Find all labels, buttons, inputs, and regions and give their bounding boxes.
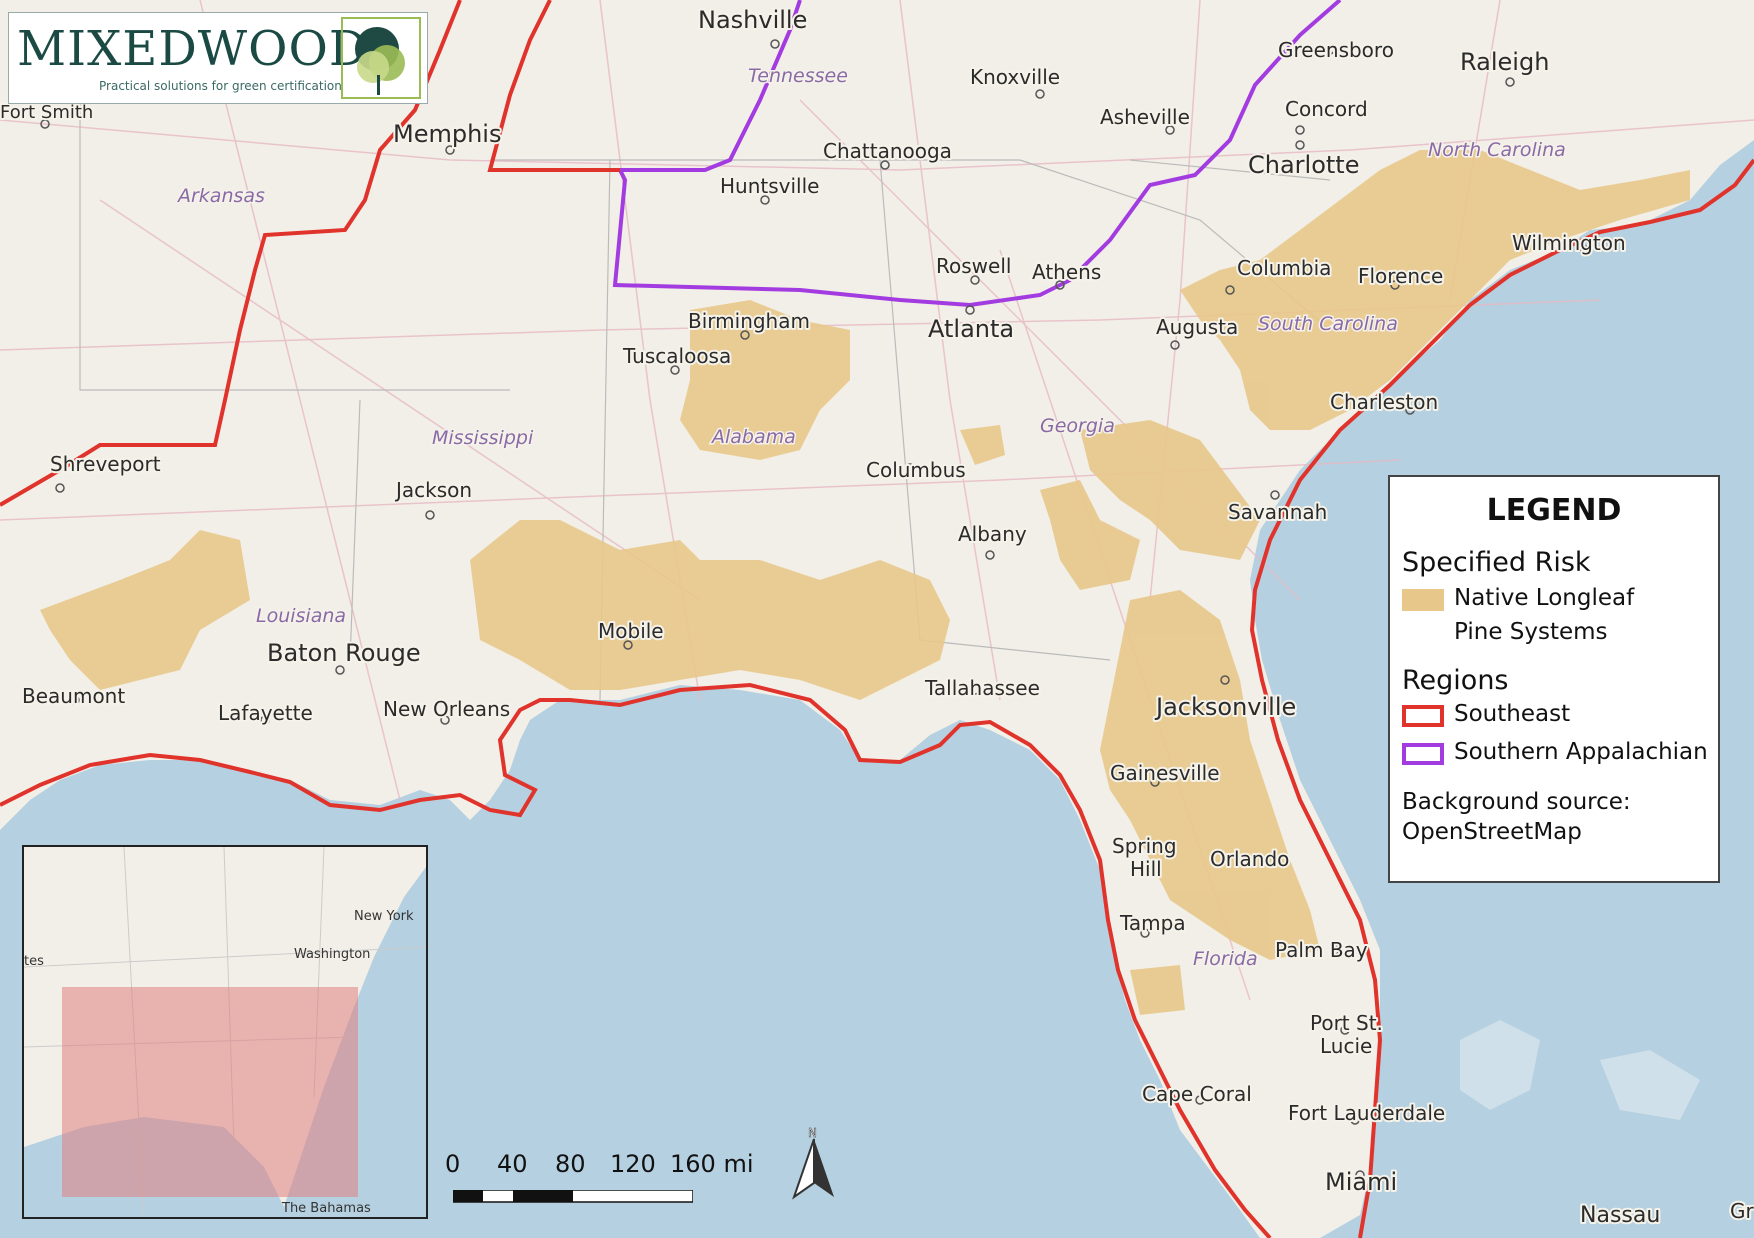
city-label-palm-bay: Palm Bay [1275,938,1368,962]
legend-longleaf-label-2: Pine Systems [1454,619,1608,645]
inset-label-washington: Washington [294,947,370,962]
city-label-miami: Miami [1325,1168,1397,1196]
city-label-charleston: Charleston [1330,390,1438,414]
scale-tick-160: 160 mi [670,1150,754,1178]
logo-wordmark: MIXEDWOOD [17,21,369,77]
map-legend: LEGEND Specified Risk Native Longleaf Pi… [1388,475,1720,883]
city-label-raleigh: Raleigh [1460,48,1549,76]
city-label-tuscaloosa: Tuscaloosa [622,344,731,368]
city-label-hill: Hill [1130,857,1162,881]
legend-regions-heading: Regions [1402,665,1509,696]
city-label-columbia: Columbia [1237,256,1331,280]
city-label-athens: Athens [1032,260,1101,284]
city-label-columbus: Columbus [866,458,966,482]
city-label-augusta: Augusta [1156,315,1238,339]
tree-logo-icon [341,17,421,99]
city-label-asheville: Asheville [1100,105,1190,129]
city-label-new-orleans: New Orleans [383,697,510,721]
city-label-greensboro: Greensboro [1278,38,1394,62]
inset-extent-box [62,987,358,1197]
bahamas-island-2 [1600,1050,1700,1120]
inset-label-states: tes [24,954,44,969]
city-label-orlando: Orlando [1210,847,1289,871]
legend-title: LEGEND [1486,493,1622,528]
legend-specified-risk-heading: Specified Risk [1402,547,1591,578]
city-label-fort-lauderdale: Fort Lauderdale [1288,1101,1445,1125]
legend-southeast-label: Southeast [1454,701,1571,727]
scale-tick-0: 0 [445,1150,461,1178]
city-label-lucie: Lucie [1320,1034,1372,1058]
state-label-north-carolina: North Carolina [1428,139,1566,161]
city-label-nashville: Nashville [698,6,807,34]
state-label-florida: Florida [1193,948,1258,970]
city-label-tampa: Tampa [1119,911,1186,935]
city-label-gr: Gr [1730,1199,1754,1223]
city-label-tallahassee: Tallahassee [924,676,1040,700]
city-label-port-st: Port St. [1310,1011,1383,1035]
legend-longleaf-label-1: Native Longleaf [1454,585,1635,611]
city-label-atlanta: Atlanta [928,315,1014,343]
state-label-arkansas: Arkansas [176,185,265,207]
city-label-fort-smith: Fort Smith [0,102,93,123]
legend-source-line-2: OpenStreetMap [1402,819,1582,845]
legend-appalachian-swatch [1402,743,1444,765]
scale-bar-graphic [453,1190,693,1203]
city-label-jacksonville: Jacksonville [1154,693,1296,721]
city-label-savannah: Savannah [1228,500,1327,524]
city-label-knoxville: Knoxville [970,65,1060,89]
scale-tick-80: 80 [555,1150,586,1178]
legend-southeast-swatch [1402,705,1444,727]
city-label-nassau: Nassau [1580,1203,1660,1228]
legend-appalachian-label: Southern Appalachian [1454,739,1708,765]
north-arrow-icon: N [786,1125,842,1205]
city-label-concord: Concord [1285,97,1368,121]
logo-tagline: Practical solutions for green certificat… [99,79,342,93]
city-label-jackson: Jackson [394,478,472,502]
city-label-huntsville: Huntsville [720,174,819,198]
city-label-spring: Spring [1112,834,1177,858]
mixedwood-logo: MIXEDWOOD Practical solutions for green … [8,12,428,104]
city-label-roswell: Roswell [936,254,1011,278]
inset-label-bahamas: The Bahamas [281,1201,371,1216]
legend-longleaf-swatch [1402,589,1444,611]
inset-locator-map: New York Washington tes The Bahamas [22,845,428,1219]
city-label-florence: Florence [1358,264,1443,288]
state-label-mississippi: Mississippi [432,427,534,449]
city-label-gainesville: Gainesville [1110,761,1220,785]
inset-label-new-york: New York [354,909,414,924]
city-label-wilmington: Wilmington [1512,231,1626,255]
city-label-cape-coral: Cape Coral [1142,1082,1252,1106]
city-label-birmingham: Birmingham [688,309,810,333]
city-label-shreveport: Shreveport [50,452,161,476]
legend-source-line-1: Background source: [1402,789,1631,815]
scale-tick-120: 120 [610,1150,656,1178]
city-label-albany: Albany [958,522,1027,546]
state-label-alabama: Alabama [710,426,796,448]
state-label-georgia: Georgia [1040,415,1115,437]
city-label-mobile: Mobile [598,619,664,643]
city-label-lafayette: Lafayette [218,701,313,725]
state-label-south-carolina: South Carolina [1258,313,1398,335]
city-label-memphis: Memphis [393,120,501,148]
city-label-charlotte: Charlotte [1248,151,1359,179]
city-label-chattanooga: Chattanooga [823,139,952,163]
north-label: N [808,1126,817,1140]
scale-tick-40: 40 [497,1150,528,1178]
state-label-louisiana: Louisiana [256,605,346,627]
state-label-tennessee: Tennessee [748,65,848,87]
city-label-baton-rouge: Baton Rouge [267,639,421,667]
city-label-beaumont: Beaumont [22,684,125,708]
bahamas-island [1460,1020,1540,1110]
